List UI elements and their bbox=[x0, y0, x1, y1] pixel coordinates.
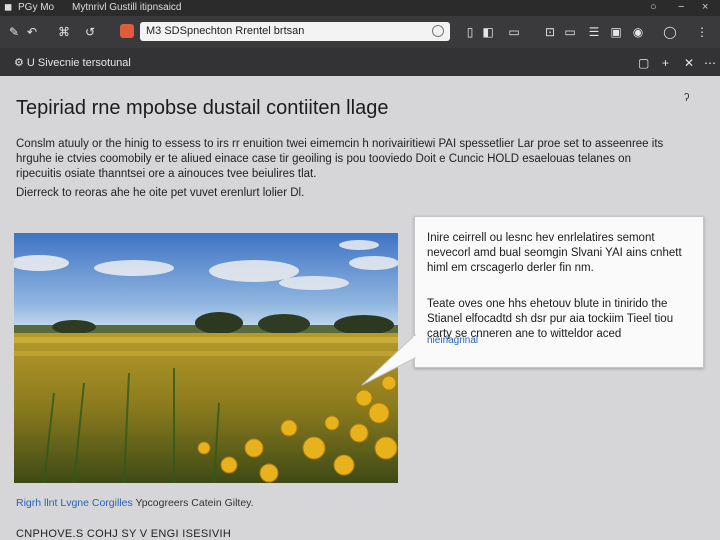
tab-gear-icon: ⚙ bbox=[14, 57, 27, 69]
callout-link[interactable]: nieirlagrinal bbox=[427, 333, 695, 348]
section-heading: CNPHOVE.S COHJ SY V ENGI ISESIVIH bbox=[16, 528, 232, 540]
corner-mark: ʔ bbox=[684, 92, 690, 104]
callout-text-1: Inire ceirrell ou lesnc hev enrlelatires… bbox=[427, 232, 682, 274]
callout-pointer bbox=[361, 333, 417, 386]
home-icon[interactable]: ↺ bbox=[82, 24, 98, 40]
window-option-icon[interactable]: ○ bbox=[650, 1, 657, 13]
more-icon[interactable]: ⋯ bbox=[704, 56, 716, 70]
secure-indicator-icon[interactable] bbox=[432, 25, 444, 37]
forward-icon[interactable]: ↶ bbox=[24, 24, 40, 40]
share-icon[interactable]: ▯ bbox=[462, 24, 478, 40]
bookmark-icon[interactable]: ◧ bbox=[480, 24, 496, 40]
info-callout: Inire ceirrell ou lesnc hev enrlelatires… bbox=[414, 216, 704, 368]
screen-icon[interactable]: ▭ bbox=[562, 24, 578, 40]
new-window-icon[interactable]: ▢ bbox=[638, 56, 649, 70]
menu-item-1[interactable]: PGy Mo bbox=[18, 2, 54, 13]
settings-icon[interactable]: ◯ bbox=[662, 24, 678, 40]
download-icon[interactable]: ▭ bbox=[506, 24, 522, 40]
image-caption: Rigrh llnt Lvgne Corgilles Ypcogreers Ca… bbox=[16, 497, 254, 509]
menu-icon[interactable]: ⋮ bbox=[694, 24, 710, 40]
tab-settings[interactable]: ⚙ U Sivecnie tersotunal bbox=[14, 56, 131, 69]
landscape-photo bbox=[14, 233, 398, 483]
pin-icon[interactable]: ✕ bbox=[684, 56, 694, 70]
back-icon[interactable]: ✎ bbox=[6, 24, 22, 40]
page-title: Tepiriad rne mpobse dustail contiiten ll… bbox=[16, 97, 389, 119]
window-titlebar: ◼ PGy Mo Mytnrivl Gustill itipnsaicd ○ −… bbox=[0, 0, 720, 16]
extensions-icon[interactable]: ▣ bbox=[608, 24, 624, 40]
address-bar[interactable]: M3 SDSpnechton Rrentel brtsan bbox=[140, 22, 450, 41]
minimize-icon[interactable]: − bbox=[678, 1, 684, 13]
paragraph-line: Dierreck to reoras ahe he oite pet vuvet… bbox=[16, 187, 305, 199]
profile-icon[interactable]: ◉ bbox=[630, 24, 646, 40]
caption-link[interactable]: Rigrh llnt Lvgne Corgilles bbox=[16, 497, 133, 509]
site-favicon-icon bbox=[120, 24, 134, 38]
tab-label: U Sivecnie tersotunal bbox=[26, 57, 131, 69]
reload-icon[interactable]: ⌘ bbox=[56, 24, 72, 40]
menu-item-2[interactable]: Mytnrivl Gustill itipnsaicd bbox=[72, 2, 181, 13]
paragraph-line: hrguhe ie ctvies coomobily er te aliued … bbox=[16, 153, 631, 165]
paragraph-line: Conslm atuuly or the hinig to essess to … bbox=[16, 138, 664, 150]
close-icon[interactable]: × bbox=[702, 1, 708, 13]
history-icon[interactable]: ⊡ bbox=[542, 24, 558, 40]
paragraph-line: ripecuitis osiate thanntsei ore a ainouc… bbox=[16, 168, 317, 180]
intro-paragraph: Conslm atuuly or the hinig to essess to … bbox=[16, 137, 676, 201]
app-logo-icon: ◼ bbox=[4, 2, 13, 13]
list-icon[interactable]: ☰ bbox=[586, 24, 602, 40]
caption-text: Ypcogreers Catein Giltey. bbox=[135, 497, 254, 509]
address-text: M3 SDSpnechton Rrentel brtsan bbox=[146, 25, 305, 37]
add-tab-icon[interactable]: + bbox=[662, 56, 669, 70]
